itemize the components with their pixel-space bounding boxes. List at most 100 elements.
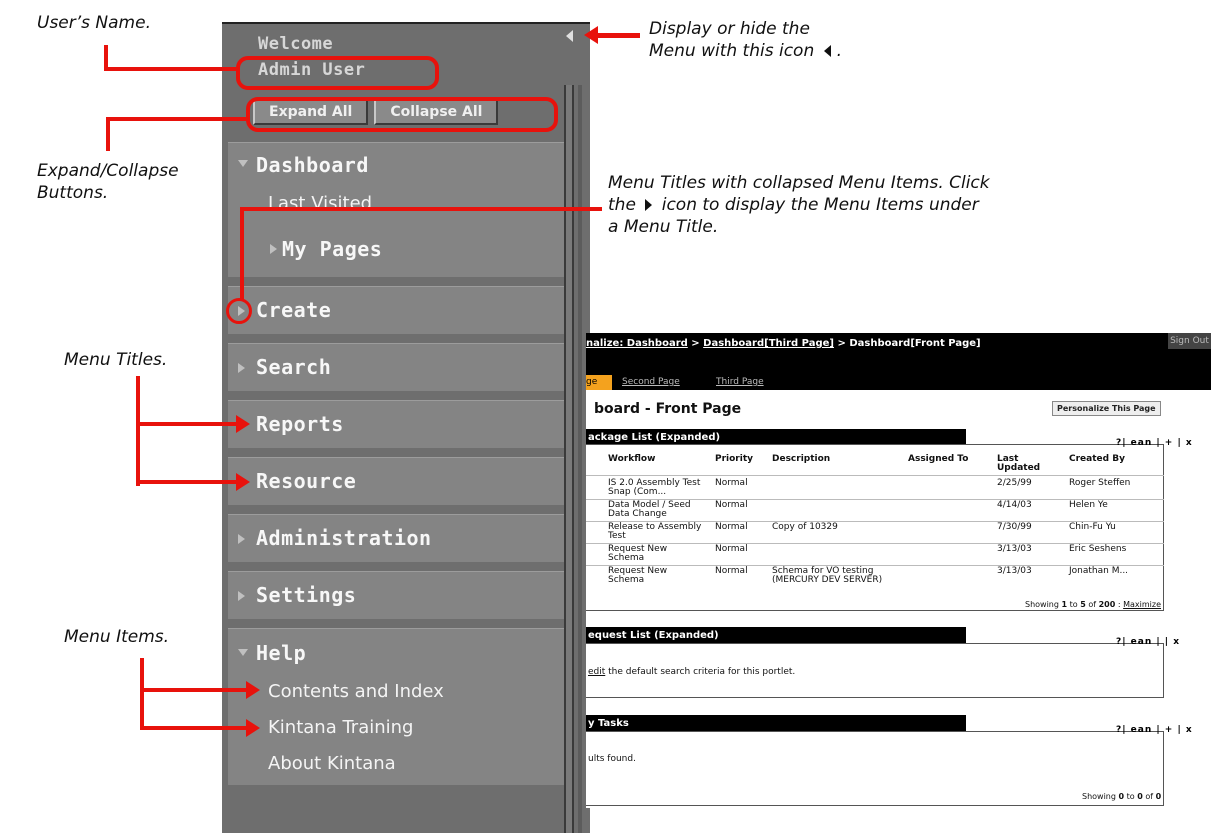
menu-splitter-edge [578, 85, 582, 833]
column-header[interactable]: Created By [1069, 455, 1125, 464]
pagination-text: of [1088, 600, 1097, 609]
pagination-to: 5 [1080, 600, 1086, 609]
table-cell: 7/30/99 [997, 522, 1032, 532]
pagination-text: : [1117, 600, 1121, 609]
table-cell[interactable]: Request New Schema [608, 567, 698, 585]
breadcrumb-link-third-page[interactable]: Dashboard[Third Page] [703, 338, 834, 349]
tab-front-page[interactable]: ge [586, 375, 612, 390]
portlet-title-request-list: equest List (Expanded) [586, 627, 966, 644]
sign-out-button[interactable]: Sign Out [1168, 333, 1211, 349]
menu-title-resource[interactable]: Resource [256, 469, 356, 493]
annotation-menu-titles: Menu Titles. [64, 350, 168, 370]
portlet-controls[interactable]: ?| ean | + | x [1116, 725, 1193, 735]
pagination-text: Showing [1025, 600, 1059, 609]
annotation-text: Menu Titles with collapsed Menu Items. C… [608, 173, 990, 193]
highlight-expand-collapse [246, 97, 558, 132]
menu-title-dashboard[interactable]: Dashboard [256, 153, 369, 177]
column-header[interactable]: Workflow [608, 455, 655, 464]
annotation-text: Buttons. [37, 183, 109, 203]
table-cell[interactable]: Request New Schema [608, 545, 698, 563]
edit-link[interactable]: edit [588, 667, 605, 677]
table-cell: Jonathan M... [1069, 566, 1129, 576]
table-cell: Normal [715, 522, 748, 532]
collapsed-triangle-icon[interactable] [238, 534, 245, 544]
menu-title-reports[interactable]: Reports [256, 412, 344, 436]
menu-section-reports: Reports [228, 400, 564, 448]
menu-splitter[interactable] [564, 85, 574, 833]
column-header[interactable]: Last Updated [997, 455, 1040, 473]
column-header[interactable]: Priority [715, 455, 753, 464]
pagination-text: to [1069, 600, 1078, 609]
annotation-text: icon to display the Menu Items under [661, 195, 979, 215]
left-triangle-icon [823, 45, 831, 57]
no-results-text: ults found. [588, 754, 636, 764]
callout-arrowhead [246, 681, 260, 699]
annotation-text: Display or hide the [649, 19, 810, 39]
table-cell: 3/13/03 [997, 544, 1032, 554]
portlet-message: edit the default search criteria for thi… [588, 667, 795, 677]
menu-item-about-kintana[interactable]: About Kintana [268, 753, 396, 774]
callout-arrow-shaft [136, 480, 236, 484]
annotation-text: a Menu Title. [608, 217, 719, 237]
column-header[interactable]: Description [772, 455, 830, 464]
portlet-controls[interactable]: ?| ean | | x [1116, 637, 1180, 647]
personalize-page-button[interactable]: Personalize This Page [1052, 401, 1161, 416]
table-cell: Normal [715, 544, 748, 554]
breadcrumb-link-personalize[interactable]: nalize: Dashboard [586, 338, 688, 349]
page-title: board - Front Page [594, 401, 742, 417]
hide-menu-icon[interactable] [566, 30, 573, 42]
annotation-text: Menu with this icon [649, 41, 815, 61]
menu-title-help[interactable]: Help [256, 641, 306, 665]
pagination-from: 0 [1118, 792, 1125, 801]
annotation-text: the [608, 195, 636, 215]
menu-item-kintana-training[interactable]: Kintana Training [268, 717, 414, 738]
menu-title-settings[interactable]: Settings [256, 583, 356, 607]
annotation-text: Expand/Collapse [37, 161, 179, 181]
table-cell[interactable]: Release to Assembly Test [608, 523, 708, 541]
table-cell: Schema for VO testing (MERCURY DEV SERVE… [772, 566, 883, 585]
portlet-title-my-tasks: y Tasks [586, 715, 966, 732]
annotation-text-with-icon: the icon to display the Menu Items under [608, 194, 990, 216]
menu-item-contents-and-index[interactable]: Contents and Index [268, 681, 444, 702]
portlet-controls[interactable]: ?| ean | + | x [1116, 438, 1193, 448]
menu-section-create: Create [228, 286, 564, 334]
callout-line [240, 207, 244, 299]
callout-line [106, 117, 110, 151]
table-cell[interactable]: Data Model / Seed Data Change [608, 501, 708, 519]
pagination-total: 0 [1155, 792, 1162, 801]
annotation-collapsed-titles: Menu Titles with collapsed Menu Items. C… [608, 172, 990, 238]
table-rule [586, 475, 1164, 476]
menu-section-help: Help Contents and Index Kintana Training… [228, 628, 564, 785]
maximize-link[interactable]: Maximize [1123, 600, 1161, 609]
collapsed-triangle-icon[interactable] [238, 363, 245, 373]
table-cell: Normal [715, 500, 748, 510]
collapsed-triangle-icon[interactable] [238, 591, 245, 601]
portlet-message-text: the default search criteria for this por… [608, 667, 796, 677]
menu-section-search: Search [228, 343, 564, 391]
breadcrumb: nalize: Dashboard > Dashboard[Third Page… [586, 338, 981, 349]
tab-second-page[interactable]: Second Page [622, 375, 680, 390]
expanded-triangle-icon[interactable] [238, 160, 248, 167]
breadcrumb-separator: > [691, 338, 700, 349]
expanded-triangle-icon[interactable] [238, 649, 248, 656]
column-header[interactable]: Assigned To [908, 455, 968, 464]
menu-title-administration[interactable]: Administration [256, 526, 432, 550]
callout-arrow-shaft [140, 726, 246, 730]
annotation-menu-items: Menu Items. [64, 627, 170, 647]
pagination-summary: Showing 0 to 0 of 0 [1082, 792, 1161, 801]
callout-arrow-shaft [136, 422, 236, 426]
callout-line [240, 207, 602, 211]
table-cell: Chin-Fu Yu [1069, 522, 1116, 532]
menu-title-create[interactable]: Create [256, 298, 331, 322]
table-cell: Helen Ye [1069, 500, 1108, 510]
menu-title-search[interactable]: Search [256, 355, 331, 379]
collapsed-triangle-icon[interactable] [270, 244, 277, 254]
callout-line [104, 67, 238, 71]
callout-arrowhead [246, 719, 260, 737]
tab-third-page[interactable]: Third Page [716, 375, 764, 390]
pagination-text: to [1126, 792, 1135, 801]
callout-line [106, 117, 248, 121]
table-cell: 4/14/03 [997, 500, 1032, 510]
table-cell[interactable]: IS 2.0 Assembly Test Snap (Com... [608, 479, 708, 497]
menu-title-my-pages[interactable]: My Pages [282, 237, 382, 261]
